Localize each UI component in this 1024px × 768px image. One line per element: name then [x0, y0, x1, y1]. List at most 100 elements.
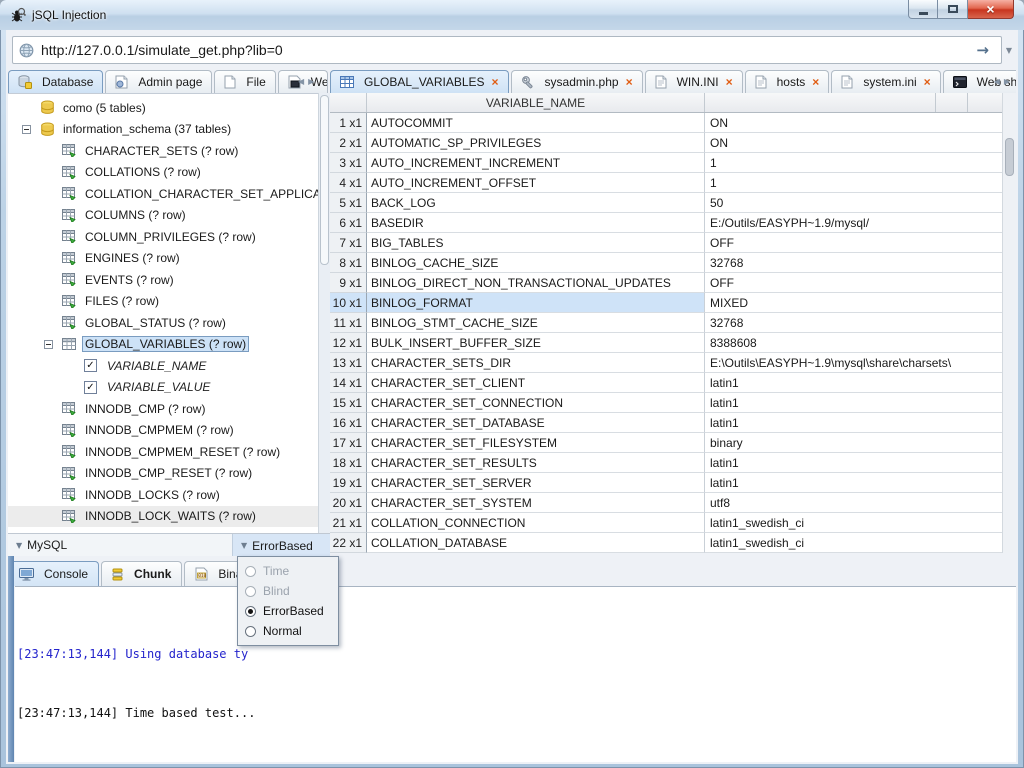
title-bar[interactable]: jSQL Injection ×: [0, 0, 1024, 30]
variable-value-cell[interactable]: binary: [705, 433, 1002, 453]
table-row[interactable]: 5 x1 BACK_LOG 50: [330, 193, 1002, 213]
variable-name-cell[interactable]: AUTO_INCREMENT_INCREMENT: [367, 153, 705, 173]
table-row[interactable]: 4 x1 AUTO_INCREMENT_OFFSET 1: [330, 173, 1002, 193]
table-row[interactable]: 7 x1 BIG_TABLES OFF: [330, 233, 1002, 253]
result-tab[interactable]: sysadmin.php: [511, 70, 643, 93]
table-row[interactable]: 11 x1 BINLOG_STMT_CACHE_SIZE 32768: [330, 313, 1002, 333]
tree-item[interactable]: information_schema (37 tables): [8, 119, 318, 141]
strategy-menu-item[interactable]: Blind: [238, 581, 338, 601]
console-left-scrollbar[interactable]: [8, 556, 14, 762]
tree-item[interactable]: INNODB_CMP (? row): [8, 398, 318, 420]
variable-name-cell[interactable]: BINLOG_DIRECT_NON_TRANSACTIONAL_UPDATES: [367, 273, 705, 293]
tree-item[interactable]: CHARACTER_SETS (? row): [8, 140, 318, 162]
variable-name-cell[interactable]: CHARACTER_SET_DATABASE: [367, 413, 705, 433]
tree-item[interactable]: ENGINES (? row): [8, 248, 318, 270]
tree-item[interactable]: INNODB_LOCK_WAITS (? row): [8, 506, 318, 528]
column-checkbox[interactable]: [84, 381, 97, 394]
table-row[interactable]: 2 x1 AUTOMATIC_SP_PRIVILEGES ON: [330, 133, 1002, 153]
column-checkbox[interactable]: [84, 359, 97, 372]
variable-value-cell[interactable]: latin1: [705, 393, 1002, 413]
variable-name-header[interactable]: VARIABLE_NAME: [367, 93, 705, 112]
strategy-dropdown[interactable]: ▼ ErrorBased: [232, 534, 330, 557]
table-row[interactable]: 21 x1 COLLATION_CONNECTION latin1_swedis…: [330, 513, 1002, 533]
variable-name-cell[interactable]: BULK_INSERT_BUFFER_SIZE: [367, 333, 705, 353]
scroll-left-icon[interactable]: ◀: [994, 77, 1000, 86]
table-header[interactable]: VARIABLE_NAME: [330, 93, 1002, 113]
table-row[interactable]: 6 x1 BASEDIR E:/Outils/EASYPH~1.9/mysql/: [330, 213, 1002, 233]
tree-item[interactable]: GLOBAL_VARIABLES (? row): [8, 334, 318, 356]
tree-expander-icon[interactable]: [44, 340, 62, 349]
tree-item[interactable]: FILES (? row): [8, 291, 318, 313]
tree-item[interactable]: como (5 tables): [8, 97, 318, 119]
left-tab[interactable]: Database: [8, 70, 103, 93]
left-tab[interactable]: Admin page: [105, 70, 212, 93]
result-tab[interactable]: hosts: [745, 70, 830, 93]
variable-value-cell[interactable]: 50: [705, 193, 1002, 213]
table-row[interactable]: 16 x1 CHARACTER_SET_DATABASE latin1: [330, 413, 1002, 433]
result-tab[interactable]: system.ini: [831, 70, 940, 93]
table-row[interactable]: 17 x1 CHARACTER_SET_FILESYSTEM binary: [330, 433, 1002, 453]
result-tab-scroll-arrows[interactable]: ◀▶: [990, 70, 1014, 93]
tree-item[interactable]: INNODB_LOCKS (? row): [8, 484, 318, 506]
variable-name-cell[interactable]: CHARACTER_SET_CONNECTION: [367, 393, 705, 413]
variable-name-cell[interactable]: AUTO_INCREMENT_OFFSET: [367, 173, 705, 193]
variable-value-cell[interactable]: E:\Outils\EASYPH~1.9\mysql\share\charset…: [705, 353, 1002, 373]
table-row[interactable]: 15 x1 CHARACTER_SET_CONNECTION latin1: [330, 393, 1002, 413]
table-row[interactable]: 18 x1 CHARACTER_SET_RESULTS latin1: [330, 453, 1002, 473]
tree-expander-icon[interactable]: [22, 125, 40, 134]
tree-item[interactable]: COLUMN_PRIVILEGES (? row): [8, 226, 318, 248]
table-row[interactable]: 8 x1 BINLOG_CACHE_SIZE 32768: [330, 253, 1002, 273]
result-tab[interactable]: WIN.INI: [645, 70, 743, 93]
table-scrollbar[interactable]: [1002, 93, 1016, 553]
table-row[interactable]: 20 x1 CHARACTER_SET_SYSTEM utf8: [330, 493, 1002, 513]
tree-item[interactable]: EVENTS (? row): [8, 269, 318, 291]
tree-scrollbar[interactable]: [318, 93, 330, 533]
variable-value-cell[interactable]: 1: [705, 173, 1002, 193]
variable-name-cell[interactable]: AUTOCOMMIT: [367, 113, 705, 133]
close-tab-icon[interactable]: [626, 76, 633, 88]
variable-value-cell[interactable]: E:/Outils/EASYPH~1.9/mysql/: [705, 213, 1002, 233]
variable-name-cell[interactable]: BINLOG_FORMAT: [367, 293, 705, 313]
variable-value-cell[interactable]: latin1: [705, 453, 1002, 473]
tree-item[interactable]: INNODB_CMPMEM_RESET (? row): [8, 441, 318, 463]
variable-value-cell[interactable]: latin1_swedish_ci: [705, 533, 1002, 553]
variable-value-cell[interactable]: OFF: [705, 233, 1002, 253]
variable-name-cell[interactable]: BIG_TABLES: [367, 233, 705, 253]
table-row[interactable]: 22 x1 COLLATION_DATABASE latin1_swedish_…: [330, 533, 1002, 553]
strategy-menu-item[interactable]: Time: [238, 561, 338, 581]
table-row[interactable]: 3 x1 AUTO_INCREMENT_INCREMENT 1: [330, 153, 1002, 173]
variable-value-cell[interactable]: ON: [705, 113, 1002, 133]
variable-name-cell[interactable]: BACK_LOG: [367, 193, 705, 213]
table-row[interactable]: 9 x1 BINLOG_DIRECT_NON_TRANSACTIONAL_UPD…: [330, 273, 1002, 293]
variable-name-cell[interactable]: CHARACTER_SET_SYSTEM: [367, 493, 705, 513]
variable-name-cell[interactable]: COLLATION_CONNECTION: [367, 513, 705, 533]
tree-scrollbar-thumb[interactable]: [320, 95, 329, 265]
left-tab[interactable]: File: [214, 70, 275, 93]
close-tab-icon[interactable]: [492, 76, 499, 88]
tree-item[interactable]: VARIABLE_NAME: [8, 355, 318, 377]
tree-item[interactable]: VARIABLE_VALUE: [8, 377, 318, 399]
minimize-button[interactable]: [908, 0, 938, 19]
variable-value-cell[interactable]: latin1: [705, 373, 1002, 393]
variable-value-cell[interactable]: latin1: [705, 413, 1002, 433]
variable-name-cell[interactable]: BINLOG_CACHE_SIZE: [367, 253, 705, 273]
strategy-menu-item[interactable]: ErrorBased: [238, 601, 338, 621]
variable-value-cell[interactable]: 32768: [705, 313, 1002, 333]
variable-name-cell[interactable]: BASEDIR: [367, 213, 705, 233]
variable-name-cell[interactable]: AUTOMATIC_SP_PRIVILEGES: [367, 133, 705, 153]
url-dropdown-button[interactable]: ▼: [1002, 38, 1016, 62]
close-button[interactable]: ×: [968, 0, 1014, 19]
close-tab-icon[interactable]: [726, 76, 733, 88]
table-scrollbar-thumb[interactable]: [1005, 138, 1014, 176]
table-row[interactable]: 1 x1 AUTOCOMMIT ON: [330, 113, 1002, 133]
variable-name-cell[interactable]: CHARACTER_SETS_DIR: [367, 353, 705, 373]
variable-value-cell[interactable]: MIXED: [705, 293, 1002, 313]
console-tab[interactable]: Chunk: [101, 561, 182, 586]
scroll-left-icon[interactable]: ◀: [298, 77, 304, 86]
variable-value-cell[interactable]: latin1_swedish_ci: [705, 513, 1002, 533]
close-tab-icon[interactable]: [812, 76, 819, 88]
variable-name-cell[interactable]: CHARACTER_SET_FILESYSTEM: [367, 433, 705, 453]
variable-name-cell[interactable]: COLLATION_DATABASE: [367, 533, 705, 553]
table-row[interactable]: 13 x1 CHARACTER_SETS_DIR E:\Outils\EASYP…: [330, 353, 1002, 373]
variable-value-cell[interactable]: 1: [705, 153, 1002, 173]
